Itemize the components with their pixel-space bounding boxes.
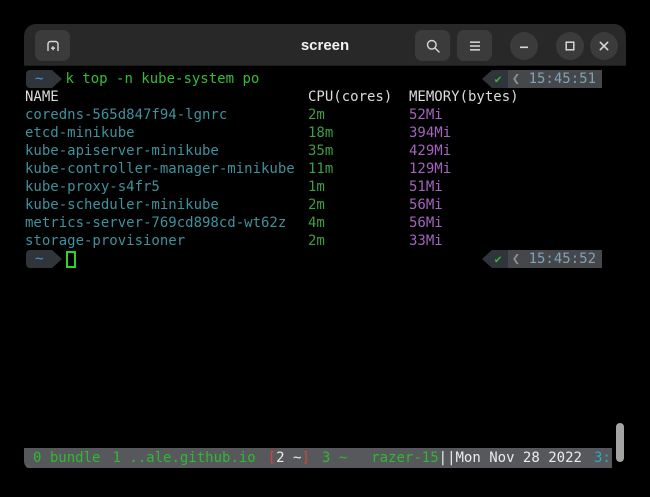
cpu-cell: 2m <box>308 232 409 250</box>
cpu-cell: 2m <box>308 106 409 124</box>
terminal-screen[interactable]: ~ k top -n kube-system po ✔ ❮ 15:45:51 N… <box>24 66 626 470</box>
status-separator: || <box>439 448 456 468</box>
command-text: k top -n kube-system po <box>65 70 259 88</box>
cpu-cell: 18m <box>308 124 409 142</box>
search-icon <box>425 38 441 54</box>
scrollbar-thumb[interactable] <box>616 423 624 462</box>
timestamp: 15:45:52 <box>529 251 596 267</box>
status-date: Mon Nov 28 2022 <box>456 448 582 468</box>
table-header-row: NAME CPU(cores) MEMORY(bytes) <box>25 88 626 106</box>
right-prompt-arrow-icon <box>482 250 492 268</box>
active-window-bracket-close: ] <box>301 448 309 468</box>
exit-status-check-icon: ✔ <box>492 250 507 268</box>
maximize-icon <box>562 38 578 54</box>
terminal-window: screen <box>24 24 626 470</box>
right-prompt-2: ✔ ❮ 15:45:52 <box>482 250 602 268</box>
cpu-cell: 2m <box>308 196 409 214</box>
timestamp-segment: ❮ 15:45:52 <box>508 250 602 268</box>
memory-cell: 52Mi <box>409 106 626 124</box>
right-prompt-arrow-icon <box>482 70 492 88</box>
table-row: metrics-server-769cd898cd-wt62z 4m 56Mi <box>25 214 626 232</box>
status-time-partial: 3: <box>594 448 611 468</box>
memory-cell: 56Mi <box>409 196 626 214</box>
menu-button[interactable] <box>457 30 492 61</box>
screen-window-2-active: 2 ~ <box>276 448 301 468</box>
table-row: kube-apiserver-minikube 35m 429Mi <box>25 142 626 160</box>
table-row: kube-proxy-s4fr5 1m 51Mi <box>25 178 626 196</box>
right-prompt-1: ✔ ❮ 15:45:51 <box>482 70 602 88</box>
close-button[interactable] <box>590 32 618 60</box>
prompt-cwd: ~ <box>26 250 52 268</box>
hamburger-menu-icon <box>467 38 483 54</box>
chevron-left-icon: ❮ <box>512 251 520 267</box>
prompt-arrow-icon <box>52 250 62 268</box>
search-button[interactable] <box>415 30 450 61</box>
minimize-icon <box>516 38 532 54</box>
header-name: NAME <box>25 88 308 106</box>
table-row: kube-scheduler-minikube 2m 56Mi <box>25 196 626 214</box>
header-cpu: CPU(cores) <box>308 88 409 106</box>
memory-cell: 51Mi <box>409 178 626 196</box>
cpu-cell: 35m <box>308 142 409 160</box>
screen-window-1: 1 ..ale.github.io <box>112 448 255 468</box>
memory-cell: 33Mi <box>409 232 626 250</box>
screen-status-bar: 0 bundle 1 ..ale.github.io [ 2 ~ ] 3 ~ r… <box>24 448 612 468</box>
table-row: storage-provisioner 2m 33Mi <box>25 232 626 250</box>
prompt-line-2: ~ ✔ ❮ 15:45:52 <box>25 250 626 268</box>
pod-name-cell: coredns-565d847f94-lgnrc <box>25 106 308 124</box>
hostname: razer-15 <box>371 448 438 468</box>
close-icon <box>596 38 612 54</box>
memory-cell: 129Mi <box>409 160 626 178</box>
active-window-bracket-open: [ <box>268 448 276 468</box>
table-row: etcd-minikube 18m 394Mi <box>25 124 626 142</box>
chevron-left-icon: ❮ <box>512 71 520 87</box>
minimize-button[interactable] <box>510 32 538 60</box>
pod-name-cell: kube-apiserver-minikube <box>25 142 308 160</box>
table-row: kube-controller-manager-minikube 11m 129… <box>25 160 626 178</box>
pod-name-cell: kube-proxy-s4fr5 <box>25 178 308 196</box>
pod-name-cell: etcd-minikube <box>25 124 308 142</box>
titlebar[interactable]: screen <box>24 24 626 66</box>
cpu-cell: 1m <box>308 178 409 196</box>
pod-name-cell: metrics-server-769cd898cd-wt62z <box>25 214 308 232</box>
exit-status-check-icon: ✔ <box>492 70 507 88</box>
timestamp: 15:45:51 <box>529 71 596 87</box>
prompt-cwd: ~ <box>26 70 52 88</box>
pod-name-cell: kube-scheduler-minikube <box>25 196 308 214</box>
memory-cell: 394Mi <box>409 124 626 142</box>
cpu-cell: 11m <box>308 160 409 178</box>
timestamp-segment: ❮ 15:45:51 <box>508 70 602 88</box>
prompt-arrow-icon <box>52 70 62 88</box>
prompt-line-1: ~ k top -n kube-system po ✔ ❮ 15:45:51 <box>25 70 626 88</box>
pod-name-cell: kube-controller-manager-minikube <box>25 160 308 178</box>
terminal-cursor <box>66 251 76 268</box>
cpu-cell: 4m <box>308 214 409 232</box>
table-row: coredns-565d847f94-lgnrc 2m 52Mi <box>25 106 626 124</box>
maximize-button[interactable] <box>556 32 584 60</box>
screen-window-3: 3 ~ <box>322 448 347 468</box>
memory-cell: 56Mi <box>409 214 626 232</box>
pod-name-cell: storage-provisioner <box>25 232 308 250</box>
memory-cell: 429Mi <box>409 142 626 160</box>
screen-window-0: 0 bundle <box>33 448 100 468</box>
header-memory: MEMORY(bytes) <box>409 88 626 106</box>
